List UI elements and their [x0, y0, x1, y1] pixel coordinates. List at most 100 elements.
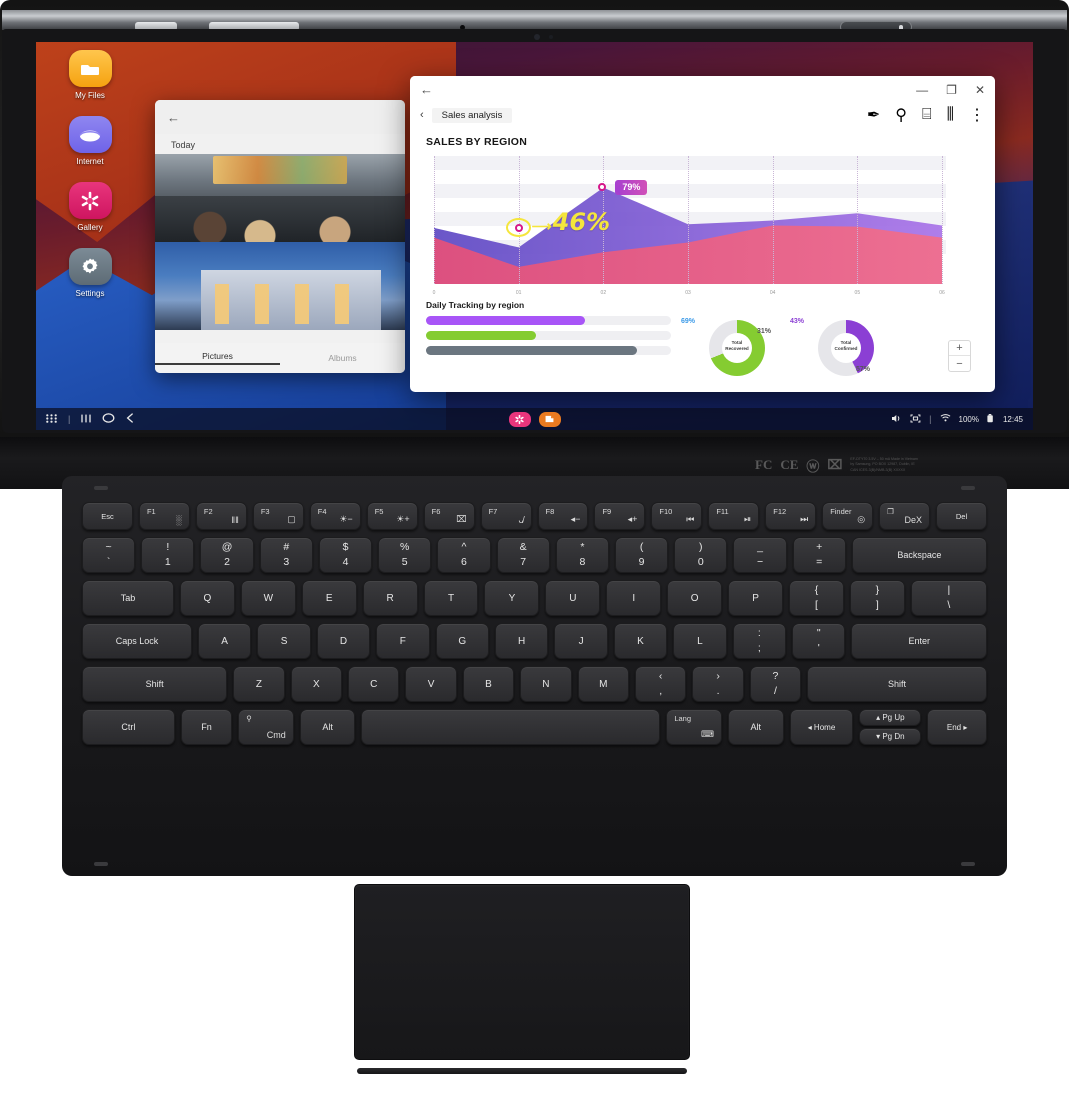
- trackpad[interactable]: [354, 884, 690, 1060]
- keyboard-key[interactable]: | \: [910, 580, 987, 616]
- volume-down-key[interactable]: F8 ◂−: [537, 502, 589, 530]
- keyboard-key[interactable]: ‹,: [634, 666, 687, 702]
- mute-key[interactable]: F7 ᴗ̸: [480, 502, 532, 530]
- keyboard-key[interactable]: }]: [849, 580, 905, 616]
- desktop-icon-settings[interactable]: Settings: [48, 248, 132, 298]
- finder-key[interactable]: Finder ◎: [822, 502, 874, 530]
- key-k[interactable]: K: [613, 623, 668, 659]
- gallery-photo-thumbnail[interactable]: [155, 242, 405, 330]
- pen-icon[interactable]: ✒: [867, 105, 880, 125]
- key-o[interactable]: O: [667, 580, 723, 616]
- recents-key[interactable]: F2 ‖‖: [195, 502, 247, 530]
- key-u[interactable]: U: [545, 580, 601, 616]
- maximize-button[interactable]: ❐: [946, 83, 957, 97]
- key-8[interactable]: * 8: [555, 537, 609, 573]
- key-ctrl[interactable]: Ctrl: [82, 709, 175, 745]
- key-3[interactable]: #3: [259, 537, 313, 573]
- key-b[interactable]: B: [462, 666, 515, 702]
- zoom-out-button[interactable]: −: [949, 356, 970, 371]
- key-x[interactable]: X: [290, 666, 343, 702]
- key-h[interactable]: H: [494, 623, 549, 659]
- brightness-up-key[interactable]: F5 ☀+: [366, 502, 418, 530]
- key-del[interactable]: Del: [936, 502, 987, 530]
- key-z[interactable]: Z: [233, 666, 285, 702]
- key-p[interactable]: P: [728, 580, 784, 616]
- more-options-icon[interactable]: ⋮: [969, 105, 985, 125]
- keyboard-key[interactable]: _ −: [733, 537, 787, 573]
- gallery-window[interactable]: ← Today Pictures Albums: [155, 100, 405, 373]
- play-pause-key[interactable]: F11 ⏯: [708, 502, 760, 530]
- keyboard-key[interactable]: + =: [792, 537, 846, 573]
- taskbar-app-gallery[interactable]: [508, 411, 531, 427]
- key-v[interactable]: V: [405, 666, 457, 702]
- breadcrumb-back-icon[interactable]: ‹: [420, 109, 424, 121]
- key-tab[interactable]: Tab: [82, 580, 174, 616]
- cmd-key[interactable]: ⚲ Cmd: [238, 709, 294, 745]
- minimize-button[interactable]: —: [916, 83, 928, 97]
- key-r[interactable]: R: [362, 580, 418, 616]
- key-c[interactable]: C: [348, 666, 400, 702]
- page-down-key[interactable]: ▾ Pg Dn: [859, 728, 922, 745]
- volume-icon[interactable]: [891, 414, 902, 425]
- chart-marker-79[interactable]: [598, 182, 607, 191]
- key-5[interactable]: % 5: [378, 537, 432, 573]
- previous-track-key[interactable]: F10 ⏮: [651, 502, 703, 530]
- key-a[interactable]: A: [197, 623, 252, 659]
- key-q[interactable]: Q: [179, 580, 235, 616]
- key-caps-lock[interactable]: Caps Lock: [82, 623, 192, 659]
- screen-capture-icon[interactable]: [910, 414, 921, 425]
- tab-albums[interactable]: Albums: [280, 353, 405, 363]
- key-6[interactable]: ^ 6: [437, 537, 491, 573]
- desktop-icon-my-files[interactable]: My Files: [48, 50, 132, 100]
- key-f[interactable]: F: [376, 623, 430, 659]
- keyboard-key[interactable]: " ': [792, 623, 846, 659]
- key-shift[interactable]: Shift: [82, 666, 228, 702]
- key-i[interactable]: I: [606, 580, 662, 616]
- key-2[interactable]: @2: [200, 537, 254, 573]
- key-9[interactable]: (9: [614, 537, 669, 573]
- gallery-photo-thumbnail[interactable]: [155, 154, 405, 242]
- key-esc[interactable]: Esc: [82, 502, 133, 530]
- key-m[interactable]: M: [577, 666, 629, 702]
- document-name[interactable]: Sales analysis: [431, 107, 513, 123]
- key-s[interactable]: S: [257, 623, 311, 659]
- recents-icon[interactable]: [81, 414, 91, 425]
- key-e[interactable]: E: [301, 580, 357, 616]
- keyboard-key[interactable]: :;: [732, 623, 786, 659]
- back-icon[interactable]: [126, 413, 134, 425]
- key-w[interactable]: W: [240, 580, 296, 616]
- key-n[interactable]: N: [520, 666, 572, 702]
- key-j[interactable]: J: [554, 623, 608, 659]
- sales-analysis-window[interactable]: ← — ❐ ✕ ‹ Sales analysis ✒ ⚲ ⌸ ⫼ ⋮ SALES…: [410, 76, 995, 392]
- key-fn[interactable]: Fn: [180, 709, 233, 745]
- key-backspace[interactable]: Backspace: [851, 537, 988, 573]
- key-home[interactable]: ◂ Home: [789, 709, 854, 745]
- zoom-in-button[interactable]: +: [949, 341, 970, 356]
- keyboard-key[interactable]: ~ `: [82, 537, 136, 573]
- home-icon[interactable]: [102, 413, 115, 425]
- share-icon[interactable]: ⫼: [947, 106, 954, 124]
- keyboard-backlight-key[interactable]: F6 ⌧: [423, 502, 475, 530]
- key-shift[interactable]: Shift: [807, 666, 987, 702]
- key-t[interactable]: T: [423, 580, 479, 616]
- key-4[interactable]: $4: [318, 537, 373, 573]
- desktop-icon-internet[interactable]: Internet: [48, 116, 132, 166]
- pdf-export-icon[interactable]: ⌸: [922, 106, 932, 124]
- desktop-icon-gallery[interactable]: Gallery: [48, 182, 132, 232]
- dex-key[interactable]: ❐ DeX: [879, 502, 931, 530]
- apps-key[interactable]: F1 ░: [138, 502, 190, 530]
- back-arrow-icon[interactable]: ←: [167, 110, 180, 125]
- key-g[interactable]: G: [435, 623, 489, 659]
- key-1[interactable]: ! 1: [141, 537, 195, 573]
- search-icon[interactable]: ⚲: [895, 105, 907, 125]
- key-l[interactable]: L: [673, 623, 727, 659]
- tab-pictures[interactable]: Pictures: [155, 351, 280, 365]
- key-end[interactable]: End ▸: [927, 709, 987, 745]
- page-up-key[interactable]: ▴ Pg Up: [859, 709, 922, 726]
- wifi-icon[interactable]: [940, 414, 951, 424]
- spacebar-key[interactable]: [361, 709, 661, 745]
- home-key[interactable]: F3 ▢: [252, 502, 304, 530]
- chart-marker-46[interactable]: [514, 223, 523, 232]
- key-enter[interactable]: Enter: [851, 623, 988, 659]
- keyboard-key[interactable]: ›.: [692, 666, 744, 702]
